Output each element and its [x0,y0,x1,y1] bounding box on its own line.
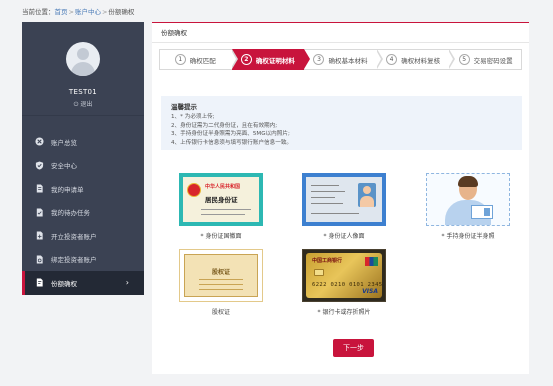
next-step-button[interactable]: 下一步 [333,339,374,357]
sidebar-item-my-applications[interactable]: 我的申请单 [22,177,144,201]
shield-icon [35,161,44,170]
id-card-emblem-image[interactable]: 中华人民共和国 居民身份证 [179,173,263,226]
upload-caption: * 手持身份证半身照 [441,233,495,240]
sidebar-item-security-center[interactable]: 安全中心 [22,154,144,178]
step-arrow [448,49,456,69]
step-arrow [304,49,311,69]
card-title: 中华人民共和国 [205,184,241,190]
held-id-card [471,205,493,219]
step-3: 3 确权基本材料 [304,49,383,70]
breadcrumb: 当前位置：首页>账户中心>份额确权 [22,6,134,16]
card-brand: VISA [362,288,378,295]
portrait-photo [358,183,376,207]
card-subtitle: 居民身份证 [205,196,238,204]
step-label: 确权证明材料 [255,56,295,65]
tips-box: 温馨提示 1、* 为必须上传; 2、身份证需为二代身份证，且在有效期内; 3、手… [161,96,522,150]
sidebar-item-label: 账户总览 [51,138,77,147]
sidebar-item-share-confirmation[interactable]: 份额确权 › [22,271,144,295]
step-indicator: 1 确权匹配 2 确权证明材料 3 确权基本材料 4 确权材料复核 5 交易密码… [159,49,522,70]
step-arrow [375,49,383,69]
step-number: 2 [240,54,252,65]
tips-line: 4、上传银行卡信息须与填写银行账户信息一致。 [171,139,293,146]
step-1: 1 确权匹配 [159,49,238,70]
sidebar-item-label: 绑定投资者账户 [51,256,97,265]
upload-caption: * 银行卡或存折照片 [317,309,371,316]
sidebar-item-account-overview[interactable]: 账户总览 [22,130,144,154]
confirm-icon [35,278,44,287]
user-profile: TEST01 ⏻ 退出 [22,22,144,116]
sidebar-item-label: 开立投资者账户 [51,232,97,241]
upload-caption: * 身份证国徽面 [200,233,242,240]
logout-icon: ⏻ [73,101,79,108]
sidebar-item-label: 我的待办任务 [51,209,90,218]
step-number: 5 [458,54,470,65]
bank-card-image[interactable]: 中国工商银行 6222 0210 0101 2345 VISA [302,249,386,302]
bind-account-icon [35,255,44,264]
upload-caption: 股权证 [211,309,230,316]
breadcrumb-current: 份额确权 [108,8,135,16]
bank-name: 中国工商银行 [312,258,343,264]
main-panel: 份额确权 1 确权匹配 2 确权证明材料 3 确权基本材料 4 确权材料复核 5… [152,22,529,374]
certificate-title: 股权证 [211,269,230,276]
upload-id-front[interactable]: 中华人民共和国 居民身份证 * 身份证国徽面 [179,173,263,240]
national-emblem-icon [187,183,201,197]
step-label: 交易密码设置 [473,56,513,65]
breadcrumb-separator: > [101,8,108,16]
task-icon [35,208,44,217]
step-4: 4 确权材料复核 [377,49,456,70]
sidebar-menu: 账户总览 安全中心 我的申请单 我的待办任务 开立投资者账户 绑定投资者账户 份… [22,116,144,295]
step-label: 确权材料复核 [401,56,441,65]
sidebar-item-open-investor-account[interactable]: 开立投资者账户 [22,224,144,248]
card-chip-icon [314,269,324,276]
breadcrumb-separator: > [68,8,74,16]
id-card-portrait-image[interactable] [302,173,386,226]
step-5: 5 交易密码设置 [449,49,522,70]
step-label: 确权匹配 [189,56,216,65]
breadcrumb-home-link[interactable]: 首页 [55,8,68,16]
upload-caption: * 身份证人像面 [323,233,365,240]
upload-share-certificate[interactable]: 股权证 股权证 [179,249,263,316]
sidebar-item-label: 我的申请单 [51,185,84,194]
tips-line: 3、手持身份证半身照需为亮面、5MG以内照片; [171,131,290,137]
breadcrumb-prefix: 当前位置： [22,8,55,16]
logout-label: 退出 [80,101,93,108]
avatar [66,42,100,76]
document-icon [35,184,44,193]
step-arrow [230,49,238,69]
username: TEST01 [68,88,98,96]
overview-icon [35,137,44,146]
upload-bank-card[interactable]: 中国工商银行 6222 0210 0101 2345 VISA * 银行卡或存折… [302,249,386,316]
unionpay-logo-icon [365,257,378,266]
sidebar-item-my-tasks[interactable]: 我的待办任务 [22,201,144,225]
open-account-icon [35,231,44,240]
sidebar-item-label: 安全中心 [51,162,77,171]
upload-id-portrait[interactable]: * 身份证人像面 [302,173,386,240]
tips-title: 温馨提示 [171,103,197,111]
chevron-right-icon: › [125,278,129,288]
sidebar-item-bind-investor-account[interactable]: 绑定投资者账户 [22,248,144,272]
step-number: 3 [313,54,325,65]
tips-line: 1、* 为必须上传; [171,114,215,120]
step-number: 1 [174,54,186,65]
upload-handheld-photo[interactable]: * 手持身份证半身照 [426,173,510,240]
breadcrumb-account-center-link[interactable]: 账户中心 [75,8,101,16]
step-number: 4 [386,54,398,65]
panel-title: 份额确权 [152,23,529,43]
sidebar-item-label: 份额确权 [51,279,77,288]
tips-line: 2、身份证需为二代身份证，且在有效期内; [171,122,278,129]
step-label: 确权基本材料 [328,56,368,65]
sidebar: TEST01 ⏻ 退出 账户总览 安全中心 我的申请单 我的待办任务 开立投资者… [22,22,144,295]
logout-link[interactable]: ⏻ 退出 [22,99,144,109]
handheld-id-image[interactable] [426,173,510,226]
share-certificate-image[interactable]: 股权证 [179,249,263,302]
step-2-active: 2 确权证明材料 [231,49,311,70]
